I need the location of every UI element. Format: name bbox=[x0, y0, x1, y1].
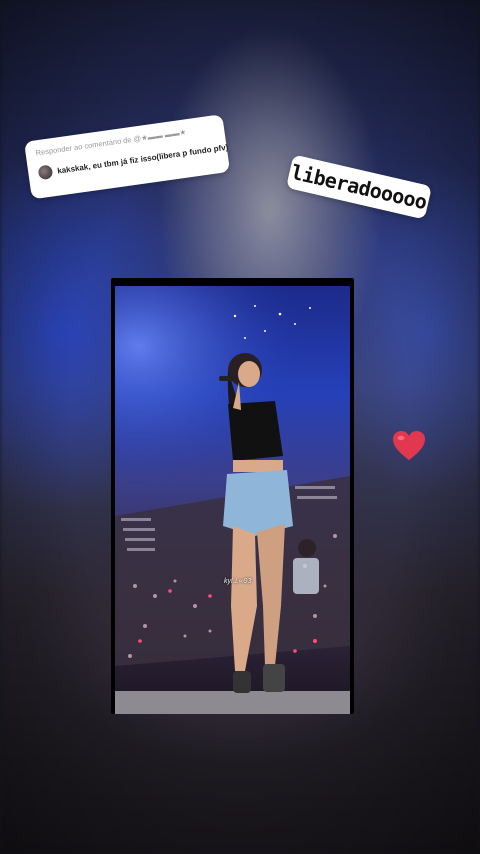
concert-scene bbox=[115, 286, 350, 714]
video-watermark: kyl⊥∞93 bbox=[224, 578, 252, 585]
heart-icon[interactable] bbox=[392, 430, 426, 462]
avatar bbox=[37, 164, 54, 181]
video-clip[interactable] bbox=[111, 278, 354, 714]
